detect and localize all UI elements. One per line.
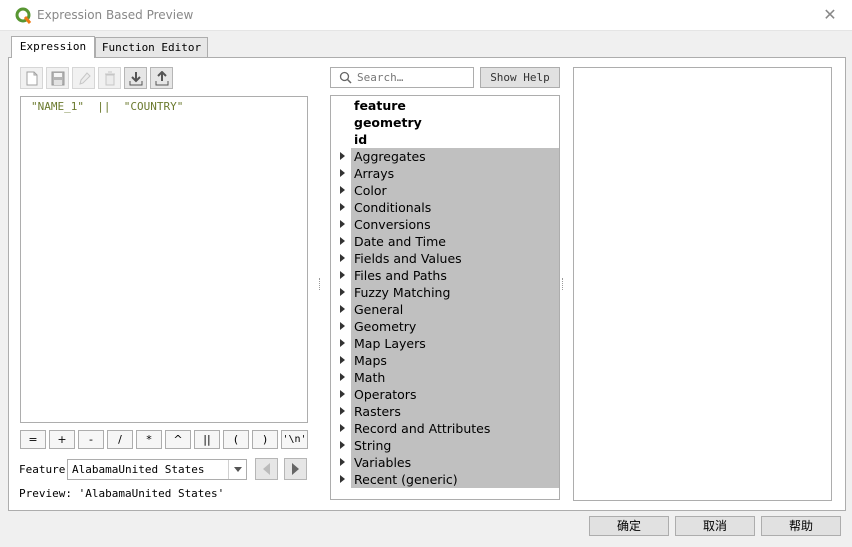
- edit-icon: [79, 72, 91, 85]
- tree-group-variables[interactable]: Variables: [351, 454, 559, 471]
- expand-arrow-icon[interactable]: [340, 373, 345, 381]
- tree-group-operators[interactable]: Operators: [351, 386, 559, 403]
- qgis-logo-icon: [15, 7, 32, 24]
- ok-button[interactable]: 确定: [589, 516, 669, 536]
- show-help-button[interactable]: Show Help: [480, 67, 560, 88]
- operator-newline-button[interactable]: '\n': [281, 430, 308, 449]
- tree-group-conversions[interactable]: Conversions: [351, 216, 559, 233]
- tree-item-id[interactable]: id: [351, 131, 559, 148]
- export-icon: [155, 71, 169, 86]
- edit-button[interactable]: [72, 67, 95, 89]
- search-input[interactable]: Search…: [330, 67, 474, 88]
- tree-group-record-and-attributes[interactable]: Record and Attributes: [351, 420, 559, 437]
- expression-editor[interactable]: "NAME_1" || "COUNTRY": [20, 96, 308, 423]
- operator-multiply-button[interactable]: *: [136, 430, 162, 449]
- tree-group-general[interactable]: General: [351, 301, 559, 318]
- close-icon[interactable]: ✕: [822, 6, 838, 24]
- new-file-icon: [26, 71, 38, 86]
- expand-arrow-icon[interactable]: [340, 186, 345, 194]
- tree-group-color[interactable]: Color: [351, 182, 559, 199]
- help-button[interactable]: 帮助: [761, 516, 841, 536]
- expand-arrow-icon[interactable]: [340, 322, 345, 330]
- search-placeholder: Search…: [357, 71, 404, 84]
- expand-arrow-icon[interactable]: [340, 458, 345, 466]
- expand-arrow-icon[interactable]: [340, 407, 345, 415]
- function-tree[interactable]: feature geometry id Aggregates Arrays Co…: [330, 95, 560, 500]
- tree-group-geometry[interactable]: Geometry: [351, 318, 559, 335]
- tree-group-aggregates[interactable]: Aggregates: [351, 148, 559, 165]
- previous-feature-button[interactable]: [255, 458, 278, 480]
- tree-group-map-layers[interactable]: Map Layers: [351, 335, 559, 352]
- expand-arrow-icon[interactable]: [340, 288, 345, 296]
- expand-arrow-icon[interactable]: [340, 390, 345, 398]
- operator-equals-button[interactable]: =: [20, 430, 46, 449]
- operator-concat-button[interactable]: ||: [194, 430, 220, 449]
- tree-group-files-and-paths[interactable]: Files and Paths: [351, 267, 559, 284]
- import-icon: [129, 72, 143, 86]
- tree-group-conditionals[interactable]: Conditionals: [351, 199, 559, 216]
- title-bar: Expression Based Preview ✕: [0, 0, 852, 31]
- tree-group-fields-and-values[interactable]: Fields and Values: [351, 250, 559, 267]
- expand-arrow-icon[interactable]: [340, 475, 345, 483]
- tree-group-string[interactable]: String: [351, 437, 559, 454]
- cancel-button[interactable]: 取消: [675, 516, 755, 536]
- import-button[interactable]: [124, 67, 147, 89]
- next-feature-button[interactable]: [284, 458, 307, 480]
- operator-close-paren-button[interactable]: ): [252, 430, 278, 449]
- tree-group-date-and-time[interactable]: Date and Time: [351, 233, 559, 250]
- new-file-button[interactable]: [20, 67, 43, 89]
- expand-arrow-icon[interactable]: [340, 356, 345, 364]
- search-icon: [339, 71, 352, 84]
- operator-plus-button[interactable]: +: [49, 430, 75, 449]
- tree-group-maps[interactable]: Maps: [351, 352, 559, 369]
- trash-icon: [105, 71, 115, 86]
- expand-arrow-icon[interactable]: [340, 339, 345, 347]
- triangle-left-icon: [263, 463, 270, 475]
- tab-expression[interactable]: Expression: [11, 36, 95, 58]
- operator-minus-button[interactable]: -: [78, 430, 104, 449]
- operator-open-paren-button[interactable]: (: [223, 430, 249, 449]
- tree-item-feature[interactable]: feature: [351, 97, 559, 114]
- tree-group-rasters[interactable]: Rasters: [351, 403, 559, 420]
- expand-arrow-icon[interactable]: [340, 220, 345, 228]
- tree-group-arrays[interactable]: Arrays: [351, 165, 559, 182]
- tree-group-recent-generic[interactable]: Recent (generic): [351, 471, 559, 488]
- save-icon: [51, 71, 65, 86]
- operator-power-button[interactable]: ^: [165, 430, 191, 449]
- export-button[interactable]: [150, 67, 173, 89]
- expand-arrow-icon[interactable]: [340, 169, 345, 177]
- help-panel: [573, 67, 832, 501]
- expand-arrow-icon[interactable]: [340, 305, 345, 313]
- tree-item-geometry[interactable]: geometry: [351, 114, 559, 131]
- expand-arrow-icon[interactable]: [340, 424, 345, 432]
- save-button[interactable]: [46, 67, 69, 89]
- feature-label: Feature: [19, 463, 66, 476]
- tree-group-math[interactable]: Math: [351, 369, 559, 386]
- expand-arrow-icon[interactable]: [340, 152, 345, 160]
- triangle-right-icon: [292, 463, 299, 475]
- splitter-handle-right[interactable]: [562, 278, 564, 290]
- feature-combobox[interactable]: AlabamaUnited States: [67, 459, 247, 480]
- window-title: Expression Based Preview: [37, 8, 194, 22]
- splitter-handle-left[interactable]: [319, 278, 321, 290]
- expand-arrow-icon[interactable]: [340, 441, 345, 449]
- feature-value: AlabamaUnited States: [72, 463, 205, 476]
- preview-output: Preview: 'AlabamaUnited States': [19, 487, 225, 500]
- expand-arrow-icon[interactable]: [340, 237, 345, 245]
- tree-group-fuzzy-matching[interactable]: Fuzzy Matching: [351, 284, 559, 301]
- expand-arrow-icon[interactable]: [340, 254, 345, 262]
- operator-divide-button[interactable]: /: [107, 430, 133, 449]
- expand-arrow-icon[interactable]: [340, 271, 345, 279]
- delete-button[interactable]: [98, 67, 121, 89]
- chevron-down-icon[interactable]: [228, 460, 246, 479]
- expand-arrow-icon[interactable]: [340, 203, 345, 211]
- tab-function-editor[interactable]: Function Editor: [95, 37, 208, 57]
